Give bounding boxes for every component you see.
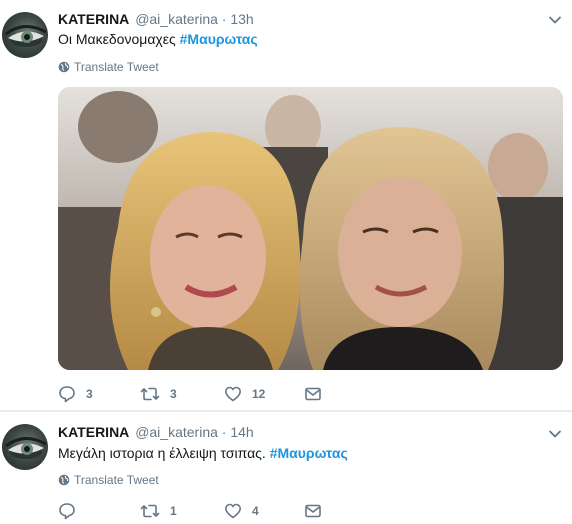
reply-button[interactable] — [58, 502, 140, 520]
tweet-body: Οι Μακεδονομαχες — [58, 31, 180, 47]
display-name[interactable]: KATERINA — [58, 11, 129, 27]
display-name[interactable]: KATERINA — [58, 424, 129, 440]
timestamp[interactable]: 13h — [230, 11, 253, 27]
retweet-button[interactable]: 3 — [140, 385, 224, 403]
retweet-button[interactable]: 1 — [140, 502, 224, 520]
hashtag-link[interactable]: #Μαυρωτας — [180, 31, 258, 47]
direct-message-button[interactable] — [304, 502, 322, 520]
avatar[interactable] — [2, 12, 48, 58]
like-button[interactable]: 12 — [224, 385, 304, 403]
separator-dot: · — [221, 11, 227, 27]
reply-count: 3 — [86, 387, 93, 401]
timestamp[interactable]: 14h — [230, 424, 253, 440]
reply-button[interactable]: 3 — [58, 385, 140, 403]
retweet-icon — [140, 387, 160, 401]
translate-tweet-link[interactable]: Translate Tweet — [58, 59, 159, 75]
reply-icon — [59, 503, 75, 520]
tweet-text: Οι Μακεδονομαχες #Μαυρωτας — [58, 29, 258, 49]
tweet-actions: 1 4 — [58, 502, 322, 520]
hashtag-link[interactable]: #Μαυρωτας — [270, 445, 348, 461]
translate-tweet-link[interactable]: Translate Tweet — [58, 472, 159, 488]
globe-icon — [58, 474, 70, 486]
direct-message-button[interactable] — [304, 385, 322, 403]
avatar[interactable] — [2, 424, 48, 470]
tweet-photo[interactable] — [58, 87, 563, 370]
retweet-count: 3 — [170, 387, 177, 401]
tweet-actions: 3 3 12 — [58, 385, 322, 403]
tweet-text: Μεγάλη ιστορια η έλλειψη τσιπας. #Μαυρωτ… — [58, 443, 348, 463]
retweet-icon — [140, 504, 160, 518]
envelope-icon — [305, 387, 321, 401]
envelope-icon — [305, 504, 321, 518]
retweet-count: 1 — [170, 504, 177, 518]
translate-label: Translate Tweet — [74, 60, 159, 74]
globe-icon — [58, 61, 70, 73]
tweet[interactable]: KATERINA @ai_katerina · 14h Μεγάλη ιστορ… — [0, 412, 572, 524]
separator-dot: · — [221, 424, 227, 440]
heart-icon — [225, 386, 241, 402]
tweet-header: KATERINA @ai_katerina · 14h — [58, 423, 254, 441]
like-button[interactable]: 4 — [224, 502, 304, 520]
tweet[interactable]: KATERINA @ai_katerina · 13h Οι Μακεδονομ… — [0, 0, 572, 411]
user-handle[interactable]: @ai_katerina — [135, 424, 218, 440]
translate-label: Translate Tweet — [74, 473, 159, 487]
tweet-body: Μεγάλη ιστορια η έλλειψη τσιπας. — [58, 445, 270, 461]
like-count: 12 — [252, 387, 266, 401]
heart-icon — [225, 503, 241, 519]
user-handle[interactable]: @ai_katerina — [135, 11, 218, 27]
chevron-down-icon[interactable] — [548, 427, 562, 441]
tweet-header: KATERINA @ai_katerina · 13h — [58, 10, 254, 28]
reply-icon — [59, 386, 75, 403]
like-count: 4 — [252, 504, 259, 518]
chevron-down-icon[interactable] — [548, 13, 562, 27]
